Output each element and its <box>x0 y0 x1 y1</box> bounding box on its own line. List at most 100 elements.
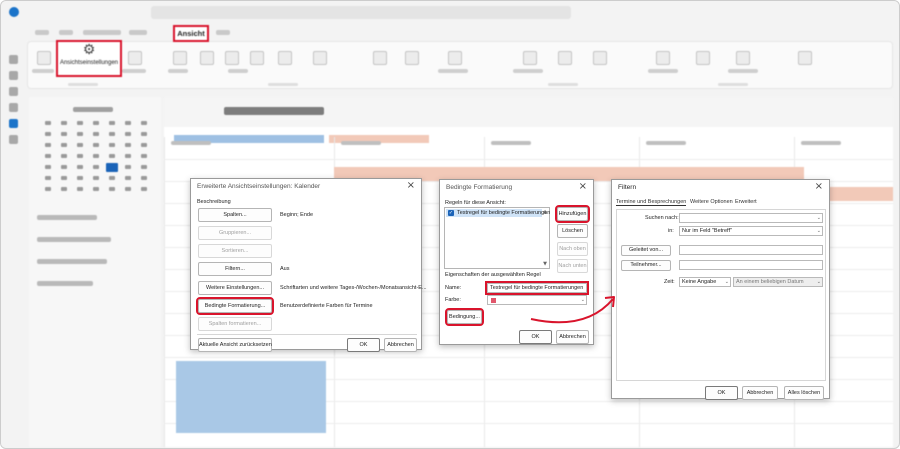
ribbon-label <box>648 69 678 73</box>
time-select-value: Keine Angabe <box>682 279 717 285</box>
filter-value: Aus <box>280 266 290 272</box>
tab-ansicht[interactable]: Ansicht <box>173 25 209 42</box>
cancel-button[interactable]: Abbrechen <box>384 338 417 352</box>
menu-item-help[interactable] <box>216 30 230 35</box>
ribbon-new-window-icon[interactable] <box>696 51 710 65</box>
rule-item[interactable]: ✓ Testregel für bedingte Formatierungen <box>446 209 550 217</box>
chevron-down-icon: ⌄ <box>816 215 821 221</box>
list-scrollbar[interactable]: ▲ ▼ <box>542 209 548 267</box>
ribbon-daily-task-icon[interactable] <box>405 51 419 65</box>
ok-button[interactable]: OK <box>705 386 738 400</box>
move-down-button[interactable]: Nach unten <box>557 259 588 273</box>
close-icon[interactable]: × <box>815 181 823 193</box>
ribbon-label <box>728 69 758 73</box>
ribbon-label <box>32 69 54 73</box>
ok-button[interactable]: OK <box>347 338 380 352</box>
organized-by-button[interactable]: Geleitet von... <box>621 245 671 256</box>
columns-button[interactable]: Spalten... <box>198 208 272 222</box>
mini-calendar[interactable] <box>41 119 151 194</box>
calendar-event[interactable] <box>176 361 326 433</box>
ribbon-month-icon[interactable] <box>250 51 264 65</box>
time-range-select[interactable]: An einem beliebigen Datum ⌄ <box>733 277 823 287</box>
ribbon-day-icon[interactable] <box>173 51 187 65</box>
mini-calendar-title <box>73 107 113 112</box>
sort-button[interactable]: Sortieren... <box>198 244 272 258</box>
ribbon-reset-view-icon[interactable] <box>128 51 142 65</box>
tab-advanced[interactable]: Erweitert <box>735 199 757 205</box>
scroll-down-icon[interactable]: ▼ <box>542 261 548 267</box>
filter-button[interactable]: Filtern... <box>198 262 272 276</box>
close-icon[interactable]: × <box>579 181 587 193</box>
ribbon-schedule-icon[interactable] <box>278 51 292 65</box>
mail-icon[interactable] <box>9 55 18 64</box>
add-rule-button[interactable]: Hinzufügen <box>555 205 590 223</box>
folder-item[interactable] <box>37 281 93 286</box>
chevron-down-icon: ⌄ <box>724 279 729 285</box>
tab-appointments[interactable]: Termine und Besprechungen <box>616 199 687 206</box>
ok-button[interactable]: OK <box>519 330 552 344</box>
ribbon-week-icon[interactable] <box>225 51 239 65</box>
ribbon <box>27 41 893 89</box>
rule-name-input[interactable]: Testregel für bedingte Formatierungen <box>485 281 589 295</box>
close-icon[interactable]: × <box>407 180 415 192</box>
search-label: Suchen nach: <box>645 215 679 221</box>
calendar-header <box>164 97 893 127</box>
menu-item-file[interactable] <box>35 30 49 35</box>
rules-list[interactable]: ✓ Testregel für bedingte Formatierungen … <box>444 207 550 269</box>
conditional-formatting-value: Benutzerdefinierte Farben für Termine <box>280 303 373 309</box>
ribbon-change-view-icon[interactable] <box>37 51 51 65</box>
app-logo-icon <box>9 7 19 17</box>
time-select[interactable]: Keine Angabe ⌄ <box>679 277 731 287</box>
ribbon-reading-pane-icon[interactable] <box>523 51 537 65</box>
move-up-button[interactable]: Nach oben <box>557 242 588 256</box>
filter-tab-pane: Suchen nach: ⌄ in: Nur im Feld "Betreff"… <box>616 209 826 381</box>
folder-item[interactable] <box>37 259 107 264</box>
folder-item[interactable] <box>37 215 97 220</box>
format-columns-button[interactable]: Spalten formatieren... <box>198 317 272 331</box>
group-by-button[interactable]: Gruppieren... <box>198 226 272 240</box>
attendees-input[interactable] <box>679 260 823 270</box>
tasks-icon[interactable] <box>9 103 18 112</box>
ribbon-reset-icon[interactable] <box>798 51 812 65</box>
folder-item[interactable] <box>37 237 111 242</box>
attendees-button[interactable]: Teilnehmer... <box>621 260 671 271</box>
delete-rule-button[interactable]: Löschen <box>557 224 588 238</box>
ribbon-workweek-icon[interactable] <box>200 51 214 65</box>
tab-more-options[interactable]: Weitere Optionen <box>690 199 733 205</box>
ribbon-color-icon[interactable] <box>373 51 387 65</box>
menu-item-start[interactable] <box>59 30 73 35</box>
search-bar[interactable] <box>151 6 571 19</box>
in-select[interactable]: Nur im Feld "Betreff" ⌄ <box>679 226 823 236</box>
menu-item-send-receive[interactable] <box>83 30 121 35</box>
left-nav-rail <box>1 41 27 448</box>
color-swatch <box>491 298 496 303</box>
search-input[interactable]: ⌄ <box>679 213 823 223</box>
calendar-icon[interactable] <box>9 71 18 80</box>
ribbon-todo-icon[interactable] <box>558 51 572 65</box>
checkbox-checked-icon[interactable]: ✓ <box>448 210 454 216</box>
ribbon-timescale-icon[interactable] <box>313 51 327 65</box>
ribbon-close-items-icon[interactable] <box>736 51 750 65</box>
view-settings-button[interactable]: ⚙ Ansichtseinstellungen <box>56 40 122 77</box>
scroll-up-icon[interactable]: ▲ <box>542 209 548 215</box>
menu-item-folder[interactable] <box>129 30 147 35</box>
todo-icon[interactable] <box>9 119 18 128</box>
ribbon-group-label <box>548 83 578 86</box>
people-icon[interactable] <box>9 87 18 96</box>
organized-by-input[interactable] <box>679 245 823 255</box>
apps-icon[interactable] <box>9 135 18 144</box>
ribbon-reminders-icon[interactable] <box>656 51 670 65</box>
ribbon-people-pane-icon[interactable] <box>593 51 607 65</box>
in-select-value: Nur im Feld "Betreff" <box>682 228 732 234</box>
reset-view-button[interactable]: Aktuelle Ansicht zurücksetzen <box>198 338 272 352</box>
ribbon-folder-pane-icon[interactable] <box>448 51 462 65</box>
cancel-button[interactable]: Abbrechen <box>742 386 778 400</box>
color-select[interactable]: ⌄ <box>487 295 587 305</box>
menu-bar <box>1 23 899 41</box>
conditional-formatting-button[interactable]: Bedingte Formatierung... <box>196 297 274 315</box>
condition-button[interactable]: Bedingung... <box>445 308 484 326</box>
clear-all-button[interactable]: Alles löschen <box>784 386 824 400</box>
other-settings-button[interactable]: Weitere Einstellungen... <box>198 281 272 295</box>
calendar-date-range <box>224 107 324 115</box>
cancel-button[interactable]: Abbrechen <box>556 330 589 344</box>
